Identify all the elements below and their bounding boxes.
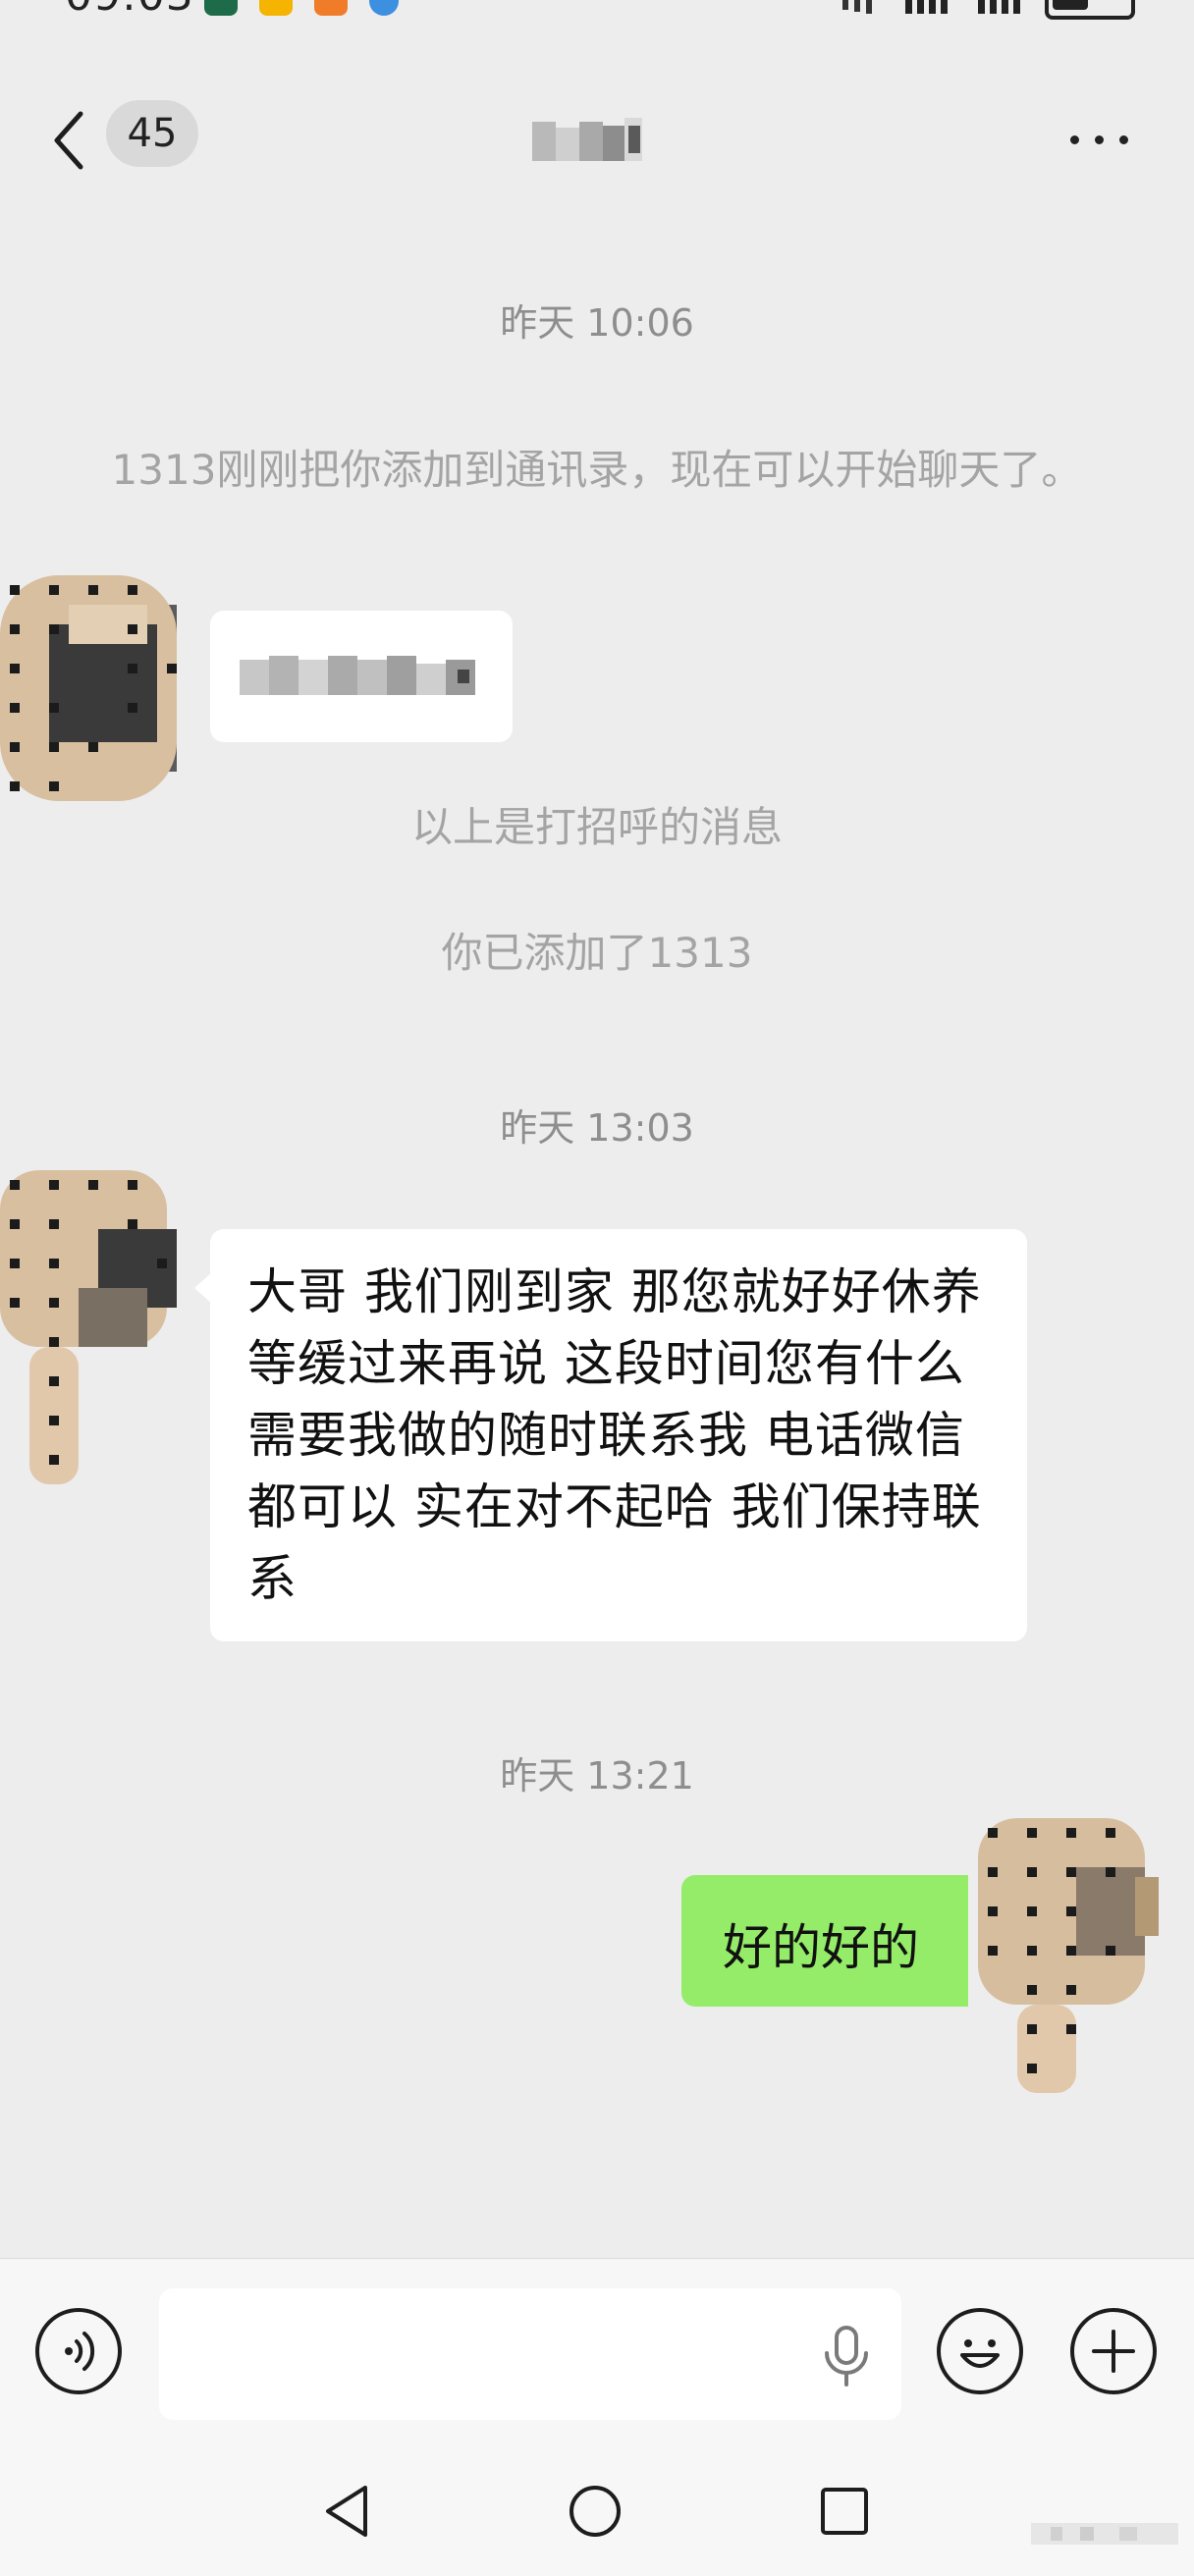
emoji-icon: [960, 2339, 1000, 2368]
redacted-text: [240, 656, 475, 695]
cell-signal-icon: [978, 0, 1020, 14]
more-dots-icon-dot: [1119, 135, 1128, 144]
watermark-pixelated: [1031, 2523, 1178, 2545]
self-avatar[interactable]: [968, 1808, 1165, 2103]
nav-recents-icon[interactable]: [817, 2482, 872, 2541]
app-notification-icon: [259, 0, 293, 16]
wifi-signal-icon: [842, 0, 872, 14]
outgoing-message-text: 好的好的: [723, 1919, 919, 1976]
emoji-button[interactable]: [937, 2308, 1023, 2394]
greeting-bubble-redacted: [210, 611, 513, 742]
contact-avatar[interactable]: [0, 1160, 187, 1494]
outgoing-message-bubble[interactable]: 好的好的: [681, 1875, 998, 2007]
chat-title-redacted: [532, 118, 642, 161]
cell-signal-icon: [905, 0, 948, 14]
contact-avatar[interactable]: [0, 565, 187, 821]
voice-mode-icon: [65, 2332, 95, 2371]
more-dots-icon-dot: [1095, 135, 1104, 144]
back-chevron-icon: [54, 111, 83, 170]
more-dots-icon: [1070, 135, 1079, 144]
microphone-icon[interactable]: [817, 2322, 876, 2390]
unread-count-badge[interactable]: 45: [106, 100, 198, 167]
voice-mode-button[interactable]: [35, 2308, 122, 2394]
more-functions-button[interactable]: [1070, 2308, 1157, 2394]
timestamp: 昨天 10:06: [500, 301, 694, 345]
system-navigation-bar: [0, 2454, 1194, 2576]
app-notification-icon: [314, 0, 348, 16]
system-message: 你已添加了1313: [441, 929, 753, 977]
battery-icon: [1045, 0, 1135, 20]
nav-home-icon[interactable]: [566, 2482, 624, 2541]
plus-icon: [1092, 2330, 1135, 2373]
system-message: 以上是打招呼的消息: [410, 803, 783, 851]
incoming-message-bubble[interactable]: 大哥 我们刚到家 那您就好好休养 等缓过来再说 这段时间您有什么需要我做的随时联…: [194, 1229, 1027, 1641]
message-text-input[interactable]: [159, 2288, 901, 2420]
system-message: 1313刚刚把你添加到通讯录，现在可以开始聊天了。: [111, 446, 1083, 494]
timestamp: 昨天 13:21: [500, 1754, 694, 1798]
more-options-button[interactable]: [1064, 116, 1143, 165]
nav-back-icon[interactable]: [320, 2482, 373, 2541]
chat-header: 45: [0, 69, 1194, 216]
app-notification-icon: [204, 0, 238, 16]
incoming-message-text: 大哥 我们刚到家 那您就好好休养 等缓过来再说 这段时间您有什么需要我做的随时联…: [247, 1263, 982, 1607]
back-button[interactable]: [49, 108, 108, 177]
status-bar: 09:03: [0, 0, 1194, 22]
status-time: 09:03: [65, 0, 194, 21]
timestamp: 昨天 13:03: [500, 1106, 694, 1150]
app-notification-icon: [369, 0, 399, 16]
message-input-bar: [0, 2258, 1194, 2455]
